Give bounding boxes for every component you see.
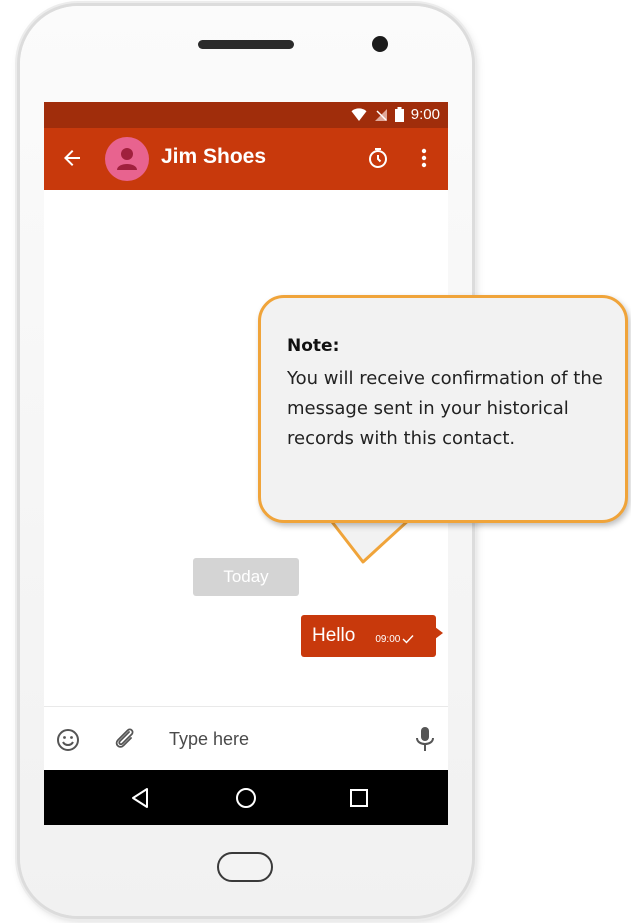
message-bubble-outgoing[interactable]: Hello 09:00: [301, 615, 443, 657]
app-bar: Jim Shoes: [44, 128, 448, 190]
earpiece-speaker: [198, 40, 294, 49]
timer-icon[interactable]: [366, 146, 390, 170]
wifi-icon: [351, 107, 367, 121]
status-icons: 9:00: [351, 106, 440, 123]
message-meta: 09:00: [375, 634, 414, 645]
callout-pointer: [327, 518, 413, 564]
no-signal-icon: [374, 108, 387, 121]
attach-icon[interactable]: [112, 726, 138, 752]
nav-back-button[interactable]: [126, 784, 154, 812]
front-camera: [372, 36, 388, 52]
person-icon: [117, 148, 137, 170]
status-time: 9:00: [410, 106, 440, 123]
callout-body: You will receive confirmation of the mes…: [287, 368, 603, 449]
check-icon: [402, 635, 414, 644]
message-composer: [44, 706, 448, 771]
mic-icon[interactable]: [414, 726, 436, 752]
nav-home-button[interactable]: [232, 784, 260, 812]
home-circle-icon: [236, 788, 256, 808]
recents-square-icon: [350, 789, 368, 807]
contact-avatar[interactable]: [105, 137, 149, 181]
nav-recents-button[interactable]: [345, 784, 373, 812]
back-arrow-icon[interactable]: [60, 146, 84, 170]
more-vert-icon[interactable]: [416, 146, 432, 170]
status-bar: 9:00: [44, 102, 448, 128]
message-input[interactable]: [169, 724, 389, 754]
note-callout: Note: You will receive confirmation of t…: [258, 295, 628, 523]
back-triangle-icon: [132, 788, 148, 808]
stage: 9:00 Jim Shoes Today Hello 09:00 Type he…: [0, 0, 631, 923]
hardware-home-button[interactable]: [217, 852, 273, 882]
message-time: 09:00: [375, 633, 401, 645]
date-separator: Today: [193, 558, 299, 596]
emoji-icon[interactable]: [56, 728, 80, 752]
callout-title: Note:: [287, 336, 340, 356]
message-text: Hello: [312, 625, 356, 646]
battery-icon: [394, 107, 404, 122]
contact-name[interactable]: Jim Shoes: [161, 145, 266, 169]
android-nav-bar: [44, 770, 448, 825]
